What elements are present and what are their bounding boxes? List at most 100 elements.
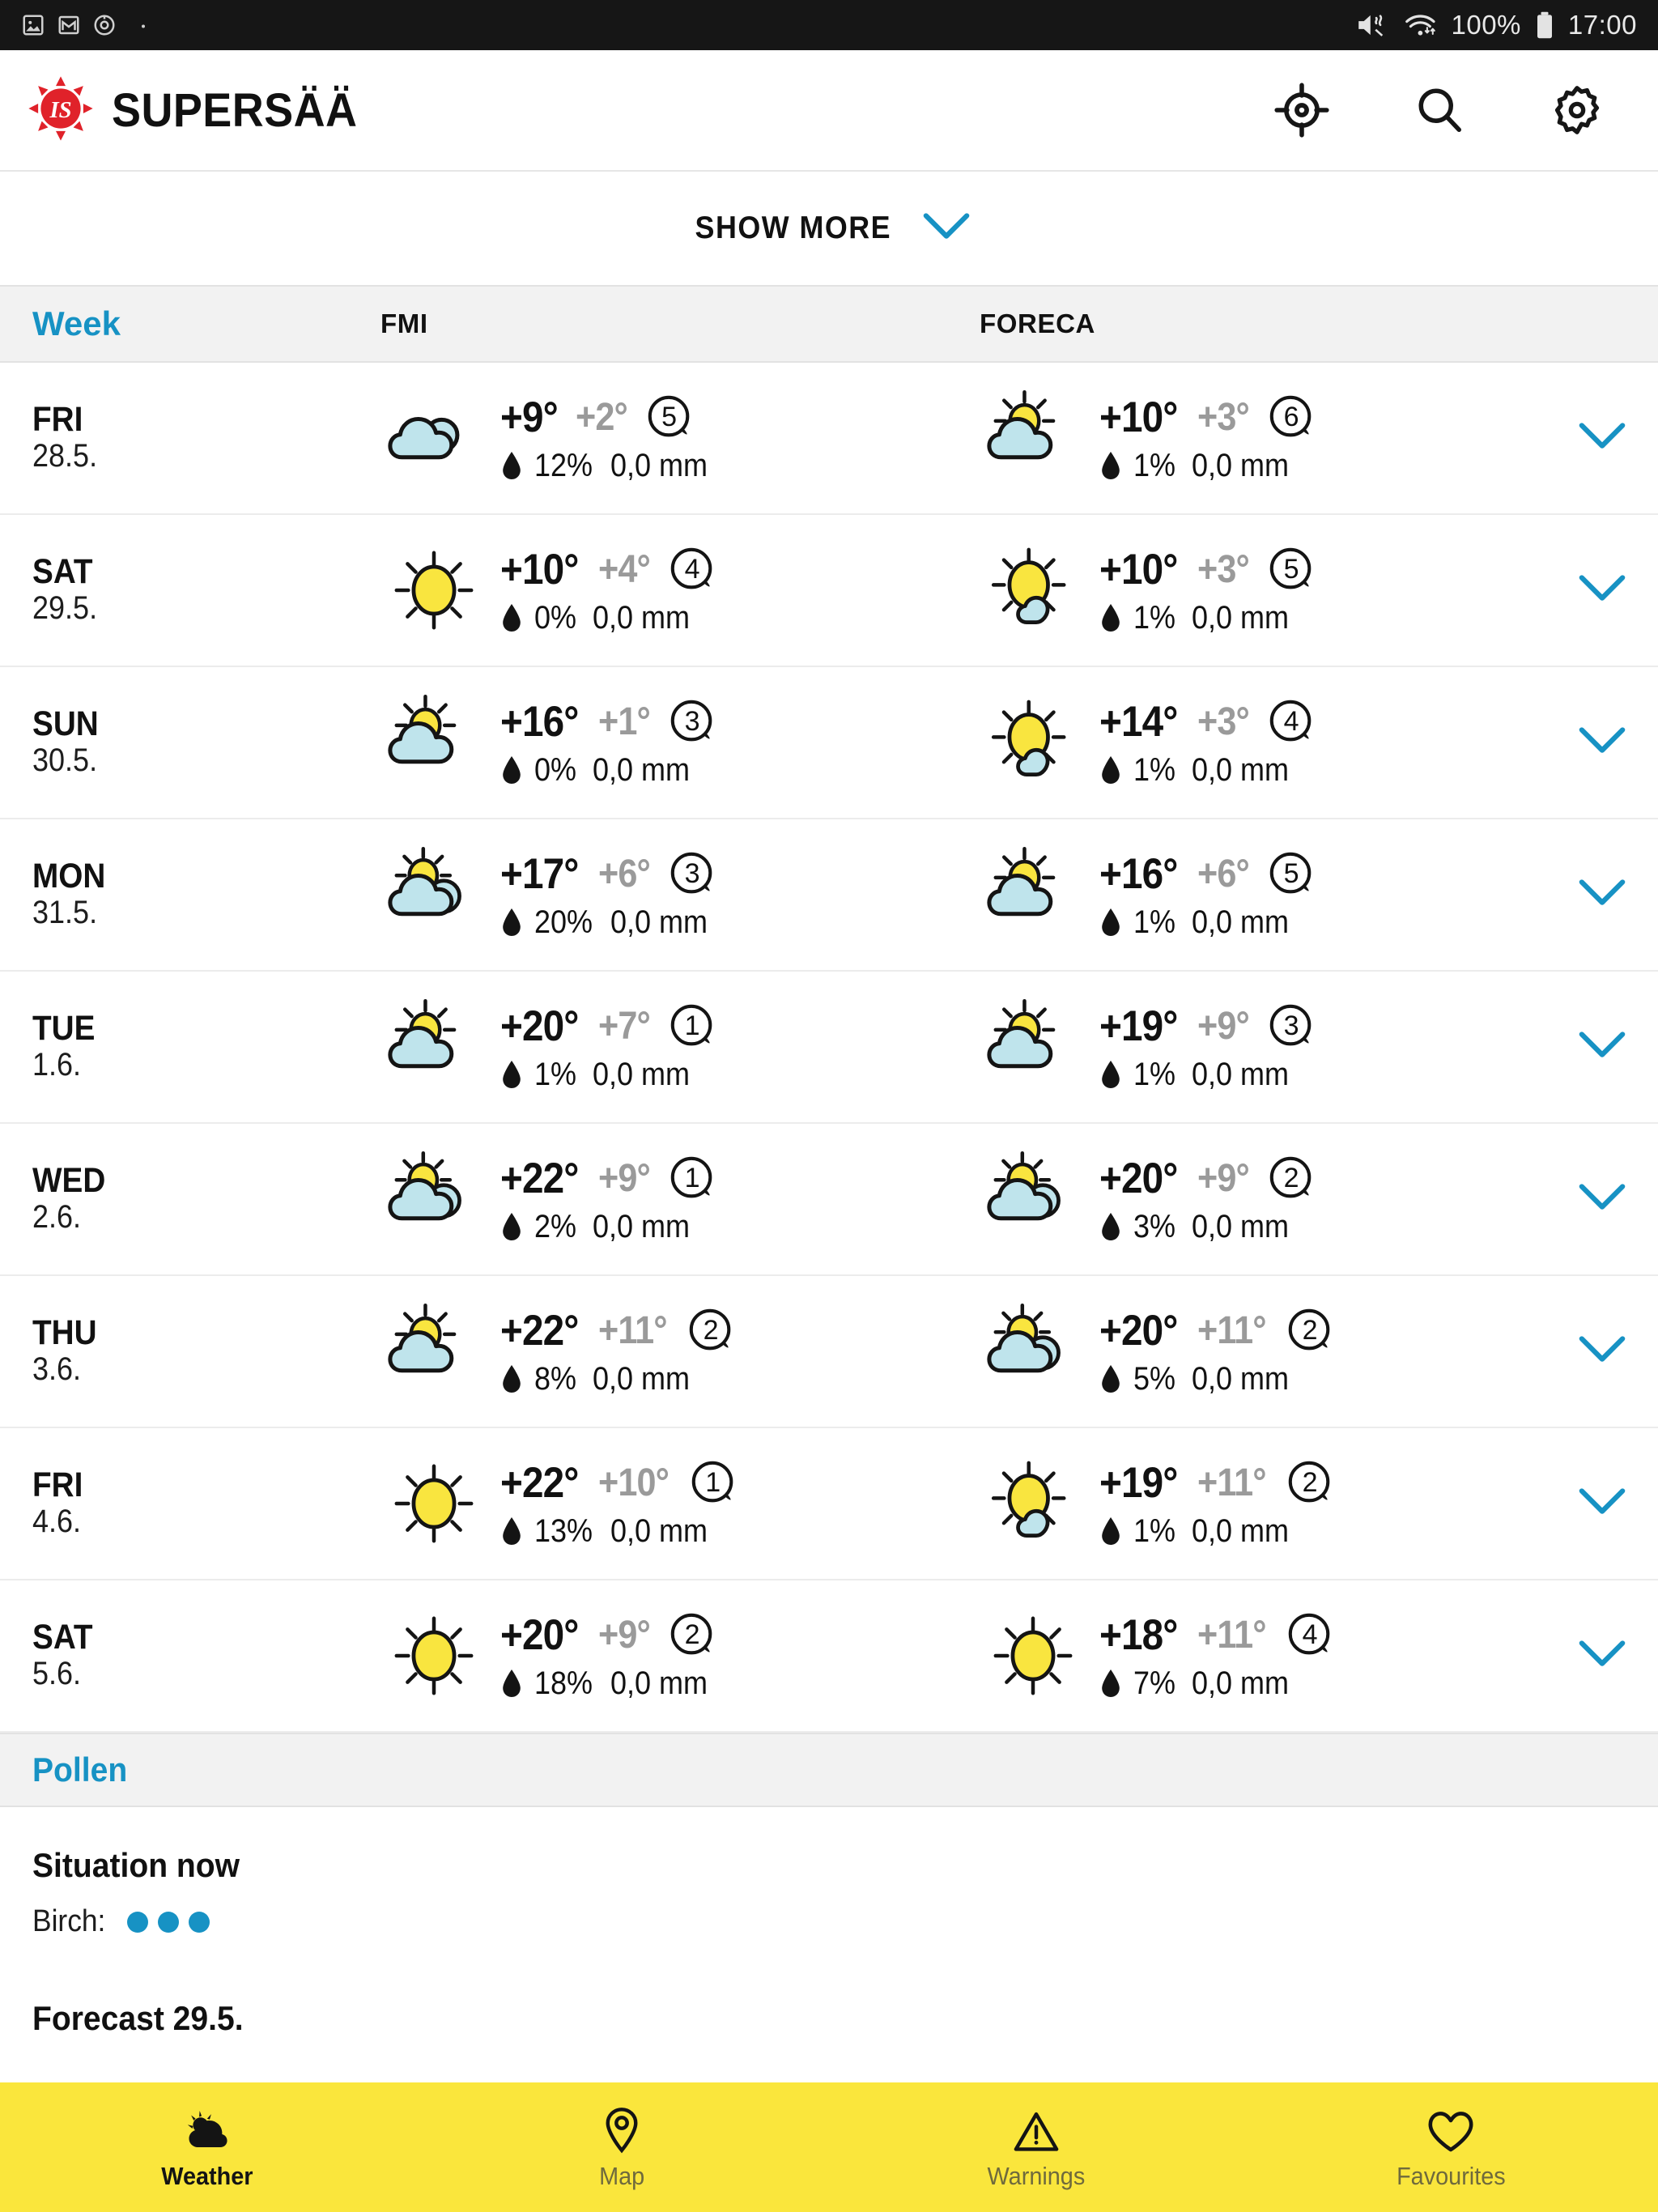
row-expand-button[interactable] [1546,725,1658,761]
row-expand-button[interactable] [1546,1181,1658,1218]
precipitation-amount: 0,0 mm [592,599,690,636]
row-expand-button[interactable] [1546,1334,1658,1370]
weather-partly-cloudy-icon [380,689,487,796]
table-row[interactable]: SAT 5.6. +20° +9° 2 18% 0,0 mm +18° +11°… [0,1580,1658,1733]
water-drop-icon [500,602,523,634]
table-row[interactable]: WED 2.6. +22° +9° 1 2% 0,0 mm +20° +9° 2… [0,1124,1658,1276]
wind-speed-badge: 1 [667,1154,717,1204]
chevron-down-icon [1577,572,1627,609]
precipitation-probability: 18% [534,1665,593,1701]
water-drop-icon [1099,906,1122,938]
precipitation-amount: 0,0 mm [1191,447,1289,483]
pollen-level-dot [127,1911,149,1933]
forecast-fmi-cell: +22° +9° 1 2% 0,0 mm [380,1146,980,1253]
wind-speed-value: 2 [703,1315,719,1346]
forecast-values: +10° +3° 6 1% 0,0 mm [1099,393,1316,484]
bottom-nav: Weather Map Warnings Favourites [0,2082,1658,2212]
show-more-label: SHOW MORE [695,211,892,245]
search-icon[interactable] [1405,76,1473,144]
wind-speed-badge: 2 [1285,1306,1335,1356]
heart-icon [1426,2104,1475,2154]
forecast-values: +19° +11° 2 1% 0,0 mm [1099,1458,1335,1550]
table-row[interactable]: FRI 28.5. +9° +2° 5 12% 0,0 mm +10° +3° … [0,363,1658,515]
wind-speed-value: 2 [1283,1163,1299,1193]
day-date: 3.6. [32,1351,82,1388]
app-header-actions [1268,76,1630,144]
forecast-table-header: Week FMI FORECA [0,285,1658,363]
forecast-rows: FRI 28.5. +9° +2° 5 12% 0,0 mm +10° +3° … [0,363,1658,1733]
forecast-values: +20° +11° 2 5% 0,0 mm [1099,1306,1335,1397]
row-expand-button[interactable] [1546,1486,1658,1522]
wind-speed-value: 2 [1302,1315,1318,1346]
precipitation-probability: 13% [534,1512,593,1549]
precipitation-amount: 0,0 mm [1191,599,1289,636]
forecast-fore-cell: +19° +9° 3 1% 0,0 mm [980,993,1546,1100]
forecast-fore-cell: +16° +6° 5 1% 0,0 mm [980,841,1546,948]
pollen-level-dots [127,1911,210,1933]
forecast-fmi-cell: +16° +1° 3 0% 0,0 mm [380,689,980,796]
row-expand-button[interactable] [1546,1029,1658,1066]
precipitation-row: 5% 0,0 mm [1099,1361,1335,1397]
day-cell: FRI 4.6. [0,1466,380,1541]
row-expand-button[interactable] [1546,420,1658,457]
temp-min: +3° [1197,700,1250,743]
temp-max: +22° [500,1459,579,1507]
table-row[interactable]: TUE 1.6. +20° +7° 1 1% 0,0 mm +19° +9° 3… [0,972,1658,1124]
nav-item-label: Map [598,2162,645,2190]
dot-icon [139,21,147,29]
wind-speed-value: 4 [1283,706,1299,737]
temp-min: +11° [1197,1309,1266,1352]
precipitation-row: 12% 0,0 mm [500,448,718,484]
locate-icon[interactable] [1268,76,1336,144]
table-row[interactable]: THU 3.6. +22° +11° 2 8% 0,0 mm +20° +11°… [0,1276,1658,1428]
show-more-button[interactable]: SHOW MORE [0,172,1658,285]
svg-text:IS: IS [49,96,71,122]
precipitation-probability: 1% [1133,751,1176,788]
nav-item-favourites[interactable]: Favourites [1244,2082,1658,2212]
temp-min: +11° [598,1309,667,1352]
wind-speed-badge: 3 [1266,1002,1316,1052]
temp-max: +22° [500,1155,579,1202]
nav-item-weather[interactable]: Weather [0,2082,414,2212]
temperature-row: +19° +9° 3 [1099,1002,1316,1052]
table-row[interactable]: MON 31.5. +17° +6° 3 20% 0,0 mm +16° +6°… [0,819,1658,972]
nav-item-warnings[interactable]: Warnings [829,2082,1244,2212]
table-row[interactable]: FRI 4.6. +22° +10° 1 13% 0,0 mm +19° +11… [0,1428,1658,1580]
nav-item-map[interactable]: Map [414,2082,829,2212]
precipitation-probability: 1% [1133,1056,1176,1092]
status-bar-left-icons [21,13,147,37]
wind-speed-badge: 5 [1266,545,1316,595]
weather-partly-cloudy-icon [380,993,487,1100]
row-expand-button[interactable] [1546,1638,1658,1674]
water-drop-icon [1099,754,1122,786]
temp-min: +9° [598,1614,651,1657]
weather-sunny-icon [380,537,487,644]
temp-min: +9° [1197,1157,1250,1200]
brand[interactable]: IS SUPERSÄÄ [28,75,376,146]
weather-sunny-small-cloud-icon [980,1450,1086,1557]
temperature-row: +18° +11° 4 [1099,1610,1335,1661]
table-row[interactable]: SUN 30.5. +16° +1° 3 0% 0,0 mm +14° +3° … [0,667,1658,819]
precipitation-probability: 2% [534,1208,577,1244]
precipitation-amount: 0,0 mm [610,447,708,483]
temp-min: +3° [1197,548,1250,591]
wind-speed-badge: 1 [667,1002,717,1052]
app-root: 100% 17:00 IS SUPERSÄÄ SHOW MORE Week FM… [0,0,1658,2212]
precipitation-amount: 0,0 mm [592,1208,690,1244]
mute-icon [1356,11,1390,39]
table-row[interactable]: SAT 29.5. +10° +4° 4 0% 0,0 mm +10° +3° … [0,515,1658,667]
temp-max: +10° [1099,393,1178,441]
forecast-values: +16° +1° 3 0% 0,0 mm [500,697,717,789]
temperature-row: +17° +6° 3 [500,849,718,900]
day-name: THU [32,1312,97,1352]
row-expand-button[interactable] [1546,877,1658,913]
status-bar: 100% 17:00 [0,0,1658,50]
weather-sunny-icon [980,1602,1086,1709]
row-expand-button[interactable] [1546,572,1658,609]
day-name: WED [32,1160,106,1200]
gear-icon[interactable] [1543,76,1611,144]
pollen-section-title: Pollen [32,1750,128,1789]
temp-max: +14° [1099,698,1178,746]
temp-min: +11° [1197,1614,1266,1657]
temp-min: +10° [598,1461,670,1504]
